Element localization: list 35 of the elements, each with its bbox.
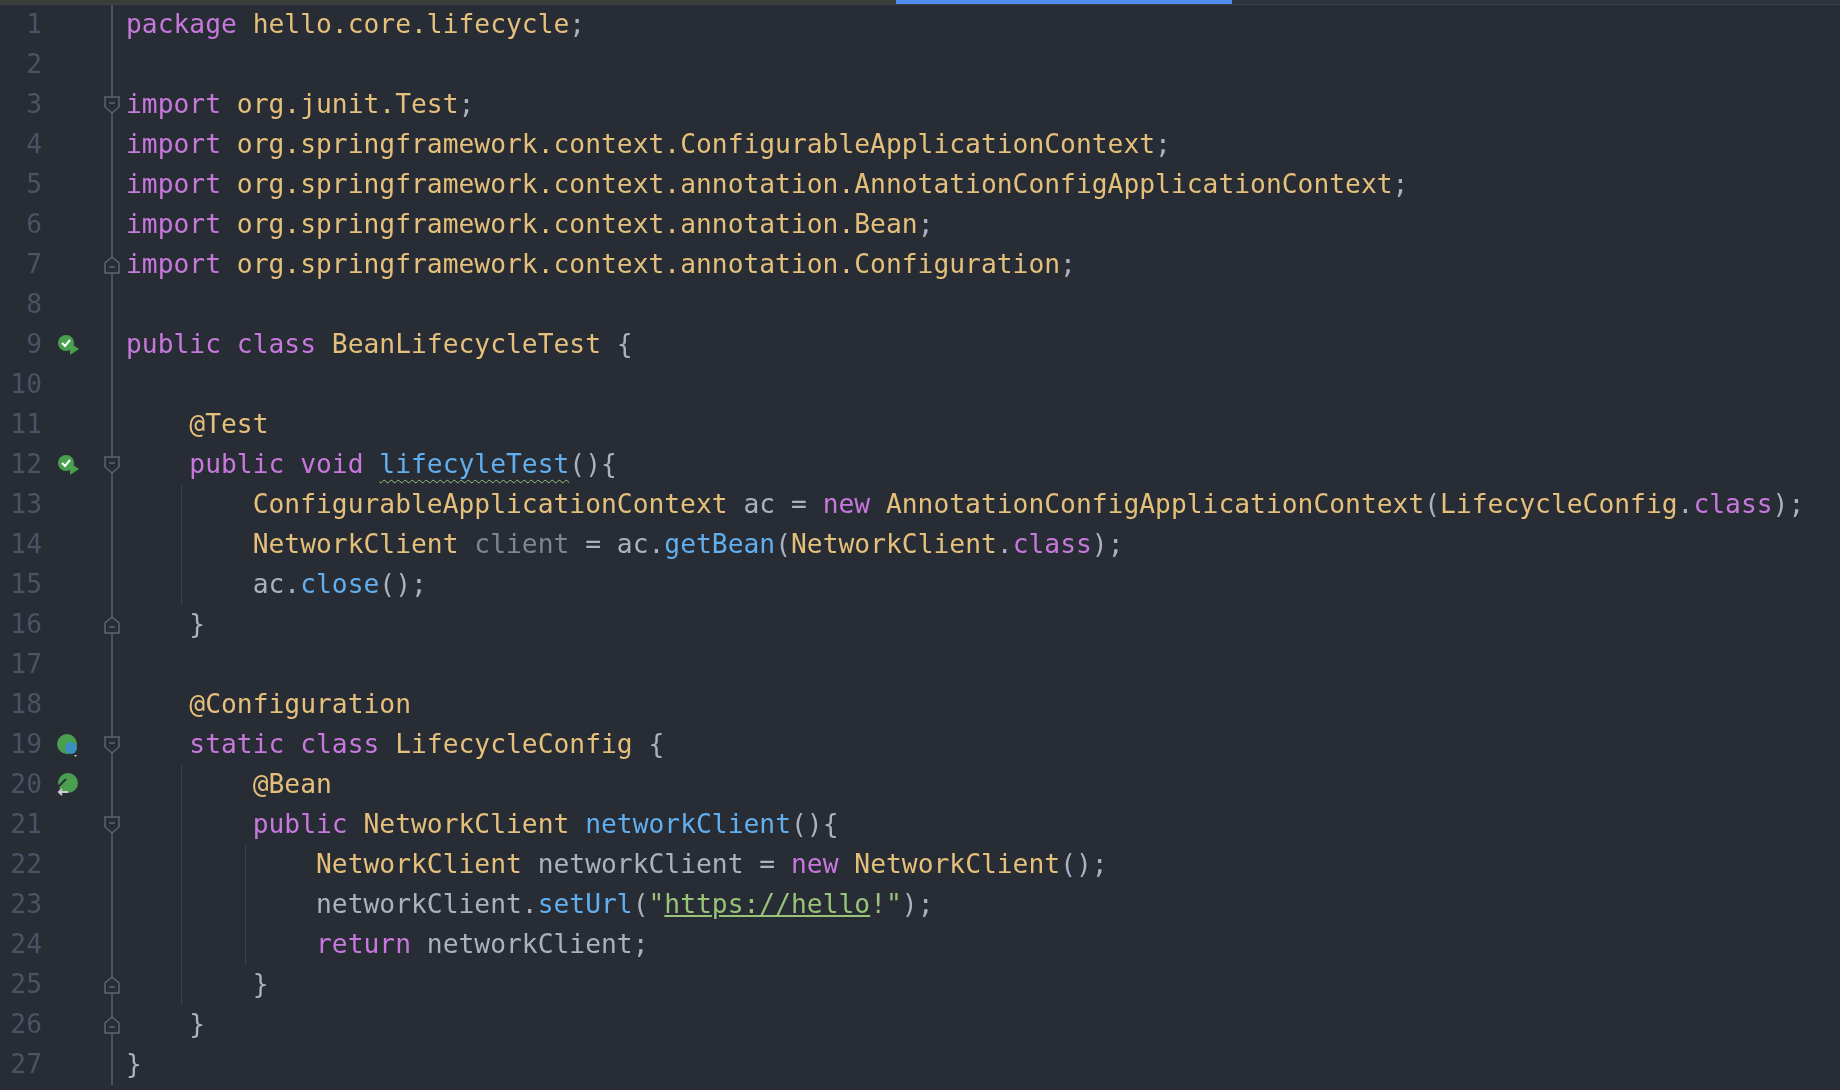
code-line: } [189,608,206,642]
fold-end-icon[interactable] [104,256,120,274]
code-line: import org.springframework.context.annotation.Configuration; [126,248,1076,282]
code-line: import org.springframework.context.annotation.AnnotationConfigApplicationContext; [126,168,1409,202]
code-line: static class LifecycleConfig { [189,728,665,762]
fold-collapse-icon[interactable] [104,816,120,834]
code-line: NetworkClient client = ac.getBean(NetworkClient.class); [252,528,1124,562]
fold-collapse-icon[interactable] [104,96,120,114]
code-line: import org.springframework.context.ConfigurableApplicationContext; [126,128,1171,162]
fold-end-icon[interactable] [104,976,120,994]
code-line: import org.junit.Test; [126,88,475,122]
code-line: ConfigurableApplicationContext ac = new AnnotationConfigApplicationContext(LifecycleConfig.class); [252,488,1805,522]
fold-end-icon[interactable] [104,616,120,634]
code-line: } [252,968,269,1002]
code-line: } [189,1008,206,1042]
code-line: } [126,1048,142,1082]
bean-leaf-icon[interactable] [56,733,80,757]
code-line: networkClient.setUrl("https://hello!"); [316,888,934,922]
code-line: return networkClient; [316,928,649,962]
run-check-icon[interactable] [56,453,80,477]
fold-end-icon[interactable] [104,1016,120,1034]
fold-collapse-icon[interactable] [104,456,120,474]
code-line: public class BeanLifecycleTest { [126,328,633,362]
code-line: public NetworkClient networkClient(){ [252,808,839,842]
code-line: NetworkClient networkClient = new NetworkClient(); [316,848,1108,882]
bean-leaf-icon[interactable] [56,773,80,797]
code-line: ac.close(); [252,568,427,602]
run-check-icon[interactable] [56,333,80,357]
code-line: package hello.core.lifecycle; [126,8,586,42]
code-line: @Bean [252,768,332,802]
code-line: public void lifecyleTest(){ [189,448,617,482]
code-line: import org.springframework.context.annotation.Bean; [126,208,934,242]
fold-collapse-icon[interactable] [104,736,120,754]
code-line: @Test [189,408,269,442]
code-line: @Configuration [189,688,411,722]
